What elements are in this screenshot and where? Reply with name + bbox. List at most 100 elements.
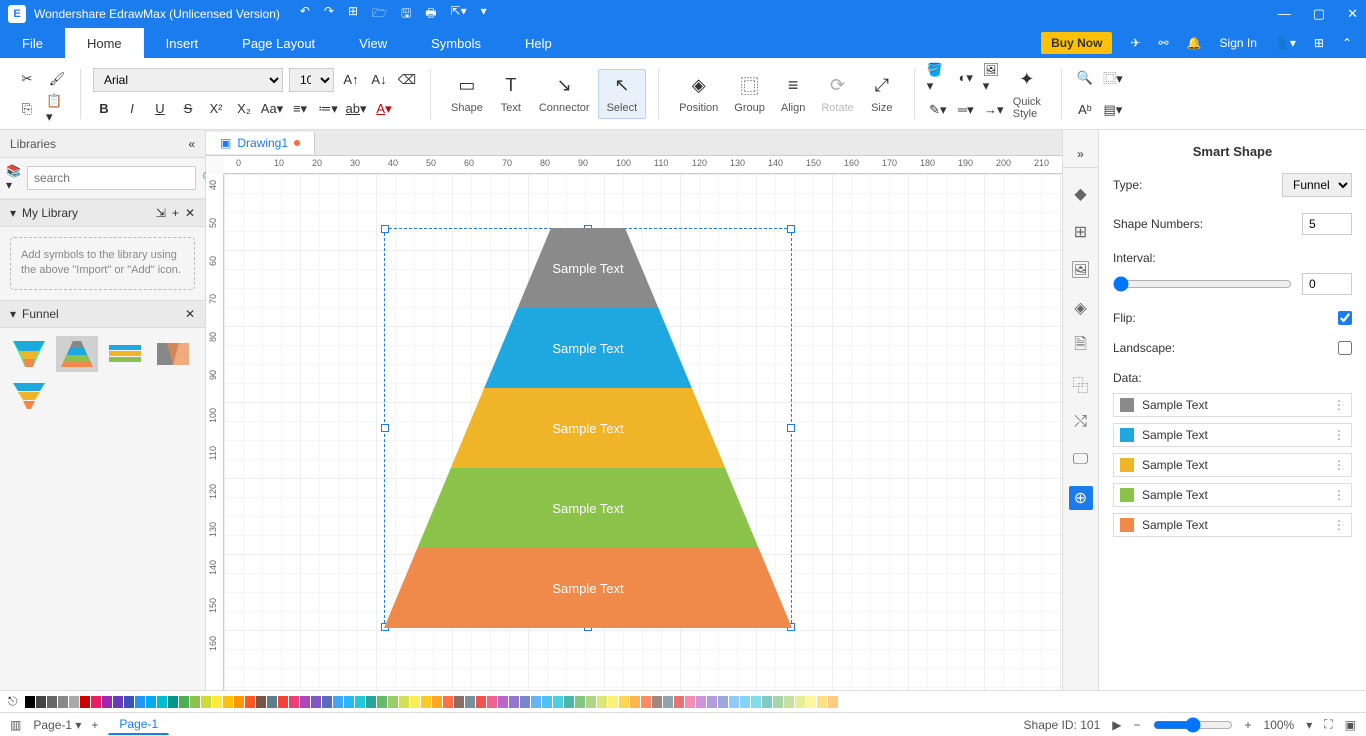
color-swatch[interactable]	[410, 696, 420, 708]
data-item-4[interactable]: Sample Text⋮	[1113, 513, 1352, 537]
color-swatch[interactable]	[685, 696, 695, 708]
color-swatch[interactable]	[619, 696, 629, 708]
color-swatch[interactable]	[509, 696, 519, 708]
superscript-button[interactable]: X²	[205, 98, 227, 120]
collapse-left-icon[interactable]: «	[188, 137, 195, 151]
page-icon[interactable]: 🗎	[1069, 334, 1093, 358]
minimize-icon[interactable]: —	[1278, 6, 1291, 22]
library-menu-icon[interactable]: 📚▾	[6, 164, 21, 192]
color-swatch[interactable]	[784, 696, 794, 708]
collapse-right-icon[interactable]: »	[1063, 140, 1098, 168]
export-icon[interactable]: ⇱▾	[451, 4, 467, 25]
funnel-caret-icon[interactable]: ▾	[10, 307, 16, 321]
color-swatch[interactable]	[432, 696, 442, 708]
color-swatch[interactable]	[58, 696, 68, 708]
text-button[interactable]: TText	[491, 70, 531, 118]
theme-icon[interactable]: ◆	[1069, 182, 1093, 206]
color-swatch[interactable]	[322, 696, 332, 708]
copy-icon[interactable]: ⎘	[16, 98, 38, 120]
landscape-checkbox[interactable]	[1338, 341, 1352, 355]
color-swatch[interactable]	[146, 696, 156, 708]
line-color-button[interactable]: ✎▾	[927, 99, 949, 121]
format-painter-icon[interactable]: 🖌	[46, 68, 68, 90]
color-swatch[interactable]	[487, 696, 497, 708]
funnel-thumb-3[interactable]	[104, 336, 146, 372]
connector-button[interactable]: ↘Connector	[531, 70, 598, 118]
color-swatch[interactable]	[69, 696, 79, 708]
color-swatch[interactable]	[300, 696, 310, 708]
color-swatch[interactable]	[388, 696, 398, 708]
layers-button[interactable]: ▤▾	[1102, 99, 1124, 121]
color-swatch[interactable]	[608, 696, 618, 708]
type-select[interactable]: Funnel	[1282, 173, 1352, 197]
mylib-caret-icon[interactable]: ▾	[10, 206, 16, 220]
close-icon[interactable]: ✕	[1347, 6, 1358, 22]
color-swatch[interactable]	[553, 696, 563, 708]
font-name-select[interactable]: Arial	[93, 68, 283, 92]
fullscreen-icon[interactable]: ⛶	[1324, 717, 1332, 732]
color-swatch[interactable]	[674, 696, 684, 708]
data-more-2[interactable]: ⋮	[1333, 458, 1345, 472]
menu-tab-home[interactable]: Home	[65, 28, 144, 58]
color-swatch[interactable]	[113, 696, 123, 708]
color-swatch[interactable]	[399, 696, 409, 708]
color-swatch[interactable]	[729, 696, 739, 708]
color-swatch[interactable]	[80, 696, 90, 708]
color-swatch[interactable]	[267, 696, 277, 708]
color-swatch[interactable]	[355, 696, 365, 708]
library-search-input[interactable]	[27, 166, 196, 190]
save-icon[interactable]: 🖫	[401, 4, 411, 25]
data-item-2[interactable]: Sample Text⋮	[1113, 453, 1352, 477]
apps-icon[interactable]: ⊞	[1314, 36, 1324, 50]
gallery-icon[interactable]: ⊞	[1069, 220, 1093, 244]
menu-tab-view[interactable]: View	[337, 28, 409, 58]
arrow-style-button[interactable]: →▾	[983, 99, 1005, 121]
funnel-shape[interactable]: Sample TextSample TextSample TextSample …	[384, 228, 792, 628]
color-swatch[interactable]	[377, 696, 387, 708]
bullets-button[interactable]: ≔▾	[317, 98, 339, 120]
italic-button[interactable]: I	[121, 98, 143, 120]
data-more-0[interactable]: ⋮	[1333, 398, 1345, 412]
linespacing-button[interactable]: ≡▾	[289, 98, 311, 120]
color-swatch[interactable]	[531, 696, 541, 708]
menu-tab-file[interactable]: File	[0, 28, 65, 58]
case-button[interactable]: Aa▾	[261, 98, 283, 120]
color-swatch[interactable]	[520, 696, 530, 708]
funnel-thumb-1[interactable]	[8, 336, 50, 372]
color-swatch[interactable]	[652, 696, 662, 708]
color-swatch[interactable]	[465, 696, 475, 708]
doc-tab-drawing1[interactable]: ▣ Drawing1	[206, 132, 315, 154]
fit-page-icon[interactable]: ▣	[1345, 718, 1356, 732]
zoom-dropdown-icon[interactable]: ▾	[1306, 718, 1312, 732]
color-swatch[interactable]	[718, 696, 728, 708]
interval-slider[interactable]	[1113, 276, 1292, 292]
underline-button[interactable]: U	[149, 98, 171, 120]
color-swatch[interactable]	[696, 696, 706, 708]
print-icon[interactable]: 🖶	[425, 4, 436, 25]
color-swatch[interactable]	[47, 696, 57, 708]
image-icon[interactable]: 🖼	[1069, 258, 1093, 282]
color-swatch[interactable]	[311, 696, 321, 708]
position-button[interactable]: ◈Position	[671, 70, 726, 118]
font-color-button[interactable]: A▾	[373, 98, 395, 120]
color-swatch[interactable]	[630, 696, 640, 708]
picture-fill-button[interactable]: 🖼▾	[983, 67, 1005, 89]
color-swatch[interactable]	[179, 696, 189, 708]
menu-tab-page-layout[interactable]: Page Layout	[220, 28, 337, 58]
clear-format-icon[interactable]: ⌫	[396, 69, 418, 91]
crop-button[interactable]: ⿴▾	[1102, 67, 1124, 89]
select-button[interactable]: ↖Select	[598, 69, 647, 119]
signin-link[interactable]: Sign In	[1220, 36, 1257, 50]
align-button[interactable]: ≡Align	[773, 70, 813, 118]
color-swatch[interactable]	[828, 696, 838, 708]
pages-icon[interactable]: ▥	[10, 718, 21, 732]
color-swatch[interactable]	[707, 696, 717, 708]
color-swatch[interactable]	[256, 696, 266, 708]
bell-icon[interactable]: 🔔	[1187, 36, 1202, 50]
color-swatch[interactable]	[443, 696, 453, 708]
color-swatch[interactable]	[586, 696, 596, 708]
data-more-4[interactable]: ⋮	[1333, 518, 1345, 532]
color-swatch[interactable]	[36, 696, 46, 708]
color-swatch[interactable]	[542, 696, 552, 708]
maximize-icon[interactable]: ▢	[1313, 6, 1325, 22]
